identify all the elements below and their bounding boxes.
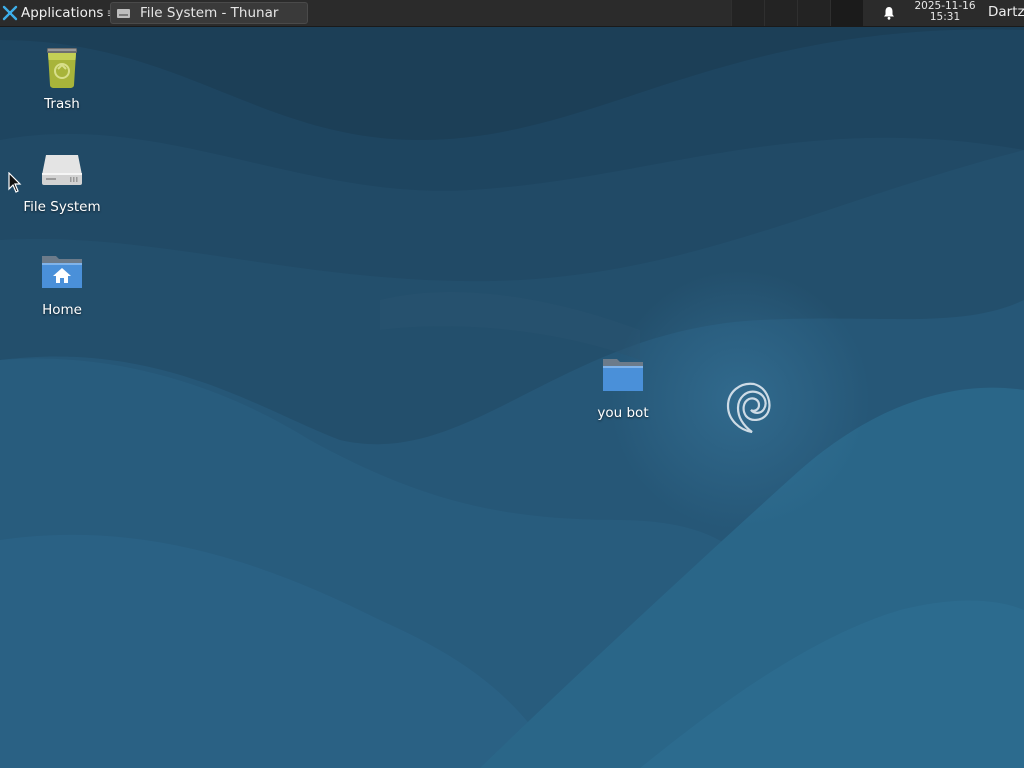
desktop-icon-label: Trash bbox=[44, 96, 80, 112]
folder-icon bbox=[603, 359, 643, 391]
desktop-icon-trash[interactable]: Trash bbox=[7, 42, 117, 112]
workspace-4[interactable] bbox=[830, 0, 863, 26]
workspace-switcher bbox=[731, 0, 863, 26]
drive-icon bbox=[42, 155, 82, 185]
applications-menu-button[interactable]: Applications ≡ bbox=[0, 0, 117, 26]
taskbar-window-button[interactable]: File System - Thunar bbox=[110, 2, 308, 24]
desktop-icon-label: you bot bbox=[597, 405, 649, 421]
drive-icon bbox=[117, 8, 130, 18]
trash-icon bbox=[47, 48, 77, 88]
desktop-wallpaper bbox=[0, 0, 1024, 768]
desktop-icon-you-bot[interactable]: you bot bbox=[568, 351, 678, 421]
taskbar-window-title: File System - Thunar bbox=[140, 5, 279, 21]
workspace-2[interactable] bbox=[764, 0, 797, 26]
desktop-icon-label: File System bbox=[23, 199, 101, 215]
workspace-1[interactable] bbox=[731, 0, 764, 26]
home-folder-icon bbox=[42, 256, 82, 288]
xfce-logo-icon bbox=[2, 5, 18, 21]
panel-clock[interactable]: 2025-11-16 15:31 bbox=[908, 1, 982, 25]
debian-logo-icon bbox=[726, 382, 771, 434]
clock-time: 15:31 bbox=[929, 11, 961, 23]
mouse-pointer-icon bbox=[8, 172, 22, 193]
top-panel: Applications ≡ File System - Thunar 2025… bbox=[0, 0, 1024, 27]
desktop-icon-file-system[interactable]: File System bbox=[7, 145, 117, 215]
notification-bell-icon[interactable] bbox=[881, 5, 897, 21]
applications-menu-label: Applications bbox=[21, 5, 104, 21]
desktop-icon-label: Home bbox=[42, 302, 82, 318]
desktop-icon-home[interactable]: Home bbox=[7, 248, 117, 318]
workspace-3[interactable] bbox=[797, 0, 830, 26]
user-menu-button[interactable]: Dartz bbox=[988, 0, 1024, 26]
